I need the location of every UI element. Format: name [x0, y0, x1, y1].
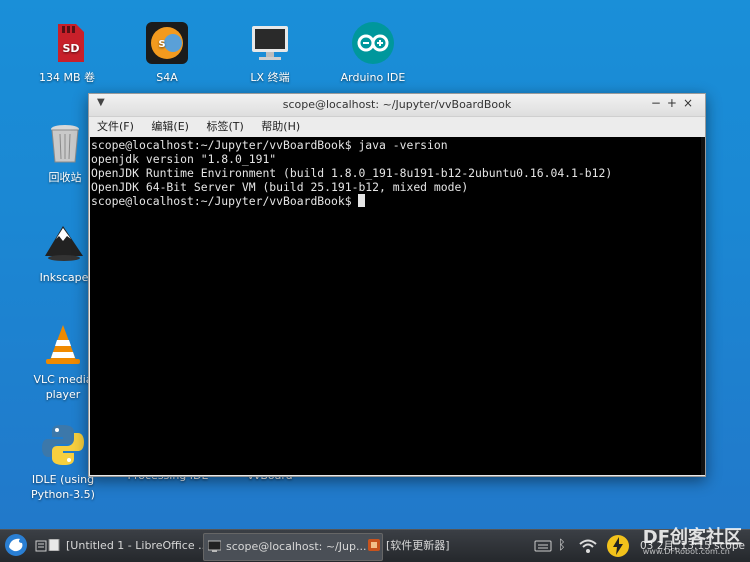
- terminal-line: openjdk version "1.8.0_191": [91, 152, 277, 166]
- close-icon[interactable]: ×: [683, 96, 699, 110]
- watermark-text: DF创客社区: [642, 527, 742, 548]
- desktop-icon-drive[interactable]: SD 134 MB 卷: [29, 20, 105, 85]
- watermark-logo: DF创客社区 www.DFRobot.com.cn: [643, 523, 742, 556]
- taskbar-task-terminal[interactable]: scope@localhost: ~/Jup...: [203, 533, 383, 561]
- menu-help[interactable]: 帮助(H): [261, 120, 300, 133]
- svg-text:SD: SD: [62, 42, 79, 55]
- updater-icon: [368, 539, 380, 551]
- task-label: scope@localhost: ~/Jup...: [226, 540, 367, 553]
- taskbar-task-updater[interactable]: [软件更新器]: [364, 533, 496, 559]
- window-titlebar[interactable]: ▼ scope@localhost: ~/Jupyter/vvBoardBook…: [89, 94, 705, 117]
- terminal-output[interactable]: scope@localhost:~/Jupyter/vvBoardBook$ j…: [90, 137, 704, 475]
- desktop-icon-label: Arduino IDE: [340, 71, 406, 84]
- terminal-scrollbar[interactable]: [701, 137, 705, 475]
- sd-card-icon: SD: [44, 20, 90, 66]
- terminal-window[interactable]: ▼ scope@localhost: ~/Jupyter/vvBoardBook…: [88, 93, 706, 477]
- trash-icon: [42, 120, 88, 166]
- python-icon: [40, 422, 86, 468]
- terminal-line: scope@localhost:~/Jupyter/vvBoardBook$ j…: [91, 138, 448, 152]
- menu-tabs[interactable]: 标签(T): [206, 120, 243, 133]
- window-title: scope@localhost: ~/Jupyter/vvBoardBook: [282, 98, 512, 111]
- menu-file[interactable]: 文件(F): [97, 120, 134, 133]
- watermark-subtext: www.DFRobot.com.cn: [642, 547, 730, 556]
- menu-edit[interactable]: 编辑(E): [151, 120, 189, 133]
- svg-text:S: S: [158, 39, 165, 50]
- terminal-prompt: scope@localhost:~/Jupyter/vvBoardBook$: [91, 194, 359, 208]
- task-label: [软件更新器]: [386, 539, 450, 552]
- taskbar-task-libreoffice[interactable]: [Untitled 1 - LibreOffice ...: [44, 533, 220, 559]
- task-label: [Untitled 1 - LibreOffice ...: [66, 539, 209, 552]
- desktop-icon-label: LX 终端: [250, 71, 290, 84]
- menubar: 文件(F) 编辑(E) 标签(T) 帮助(H): [89, 117, 705, 137]
- battery-charging-icon[interactable]: [605, 530, 631, 562]
- terminal-cursor: [358, 194, 366, 207]
- desktop-icon-label: 134 MB 卷: [38, 71, 96, 84]
- terminal-line: OpenJDK Runtime Environment (build 1.8.0…: [91, 166, 613, 180]
- inkscape-icon: [41, 220, 87, 266]
- arduino-icon: [350, 20, 396, 66]
- desktop-icon-s4a[interactable]: S S4A: [129, 20, 205, 85]
- start-menu-button[interactable]: [2, 530, 32, 562]
- monitor-icon: [247, 20, 293, 66]
- minimize-icon[interactable]: −: [651, 96, 667, 110]
- desktop-icon-label: S4A: [156, 71, 178, 84]
- terminal-line: OpenJDK 64-Bit Server VM (build 25.191-b…: [91, 180, 469, 194]
- xfce-logo-icon: [5, 534, 27, 556]
- maximize-icon[interactable]: +: [667, 96, 683, 110]
- taskbar: [Untitled 1 - LibreOffice ... scope@loca…: [0, 529, 750, 562]
- document-icon: [48, 539, 60, 551]
- vlc-cone-icon: [40, 322, 86, 368]
- desktop-icon-lxterminal[interactable]: LX 终端: [232, 20, 308, 85]
- wifi-icon[interactable]: [578, 530, 598, 562]
- desktop-icon-arduino[interactable]: Arduino IDE: [335, 20, 411, 85]
- bluetooth-icon[interactable]: ᛒ: [558, 530, 570, 562]
- terminal-icon: [208, 540, 221, 552]
- keyboard-icon[interactable]: [534, 530, 552, 562]
- s4a-icon: S: [144, 20, 190, 66]
